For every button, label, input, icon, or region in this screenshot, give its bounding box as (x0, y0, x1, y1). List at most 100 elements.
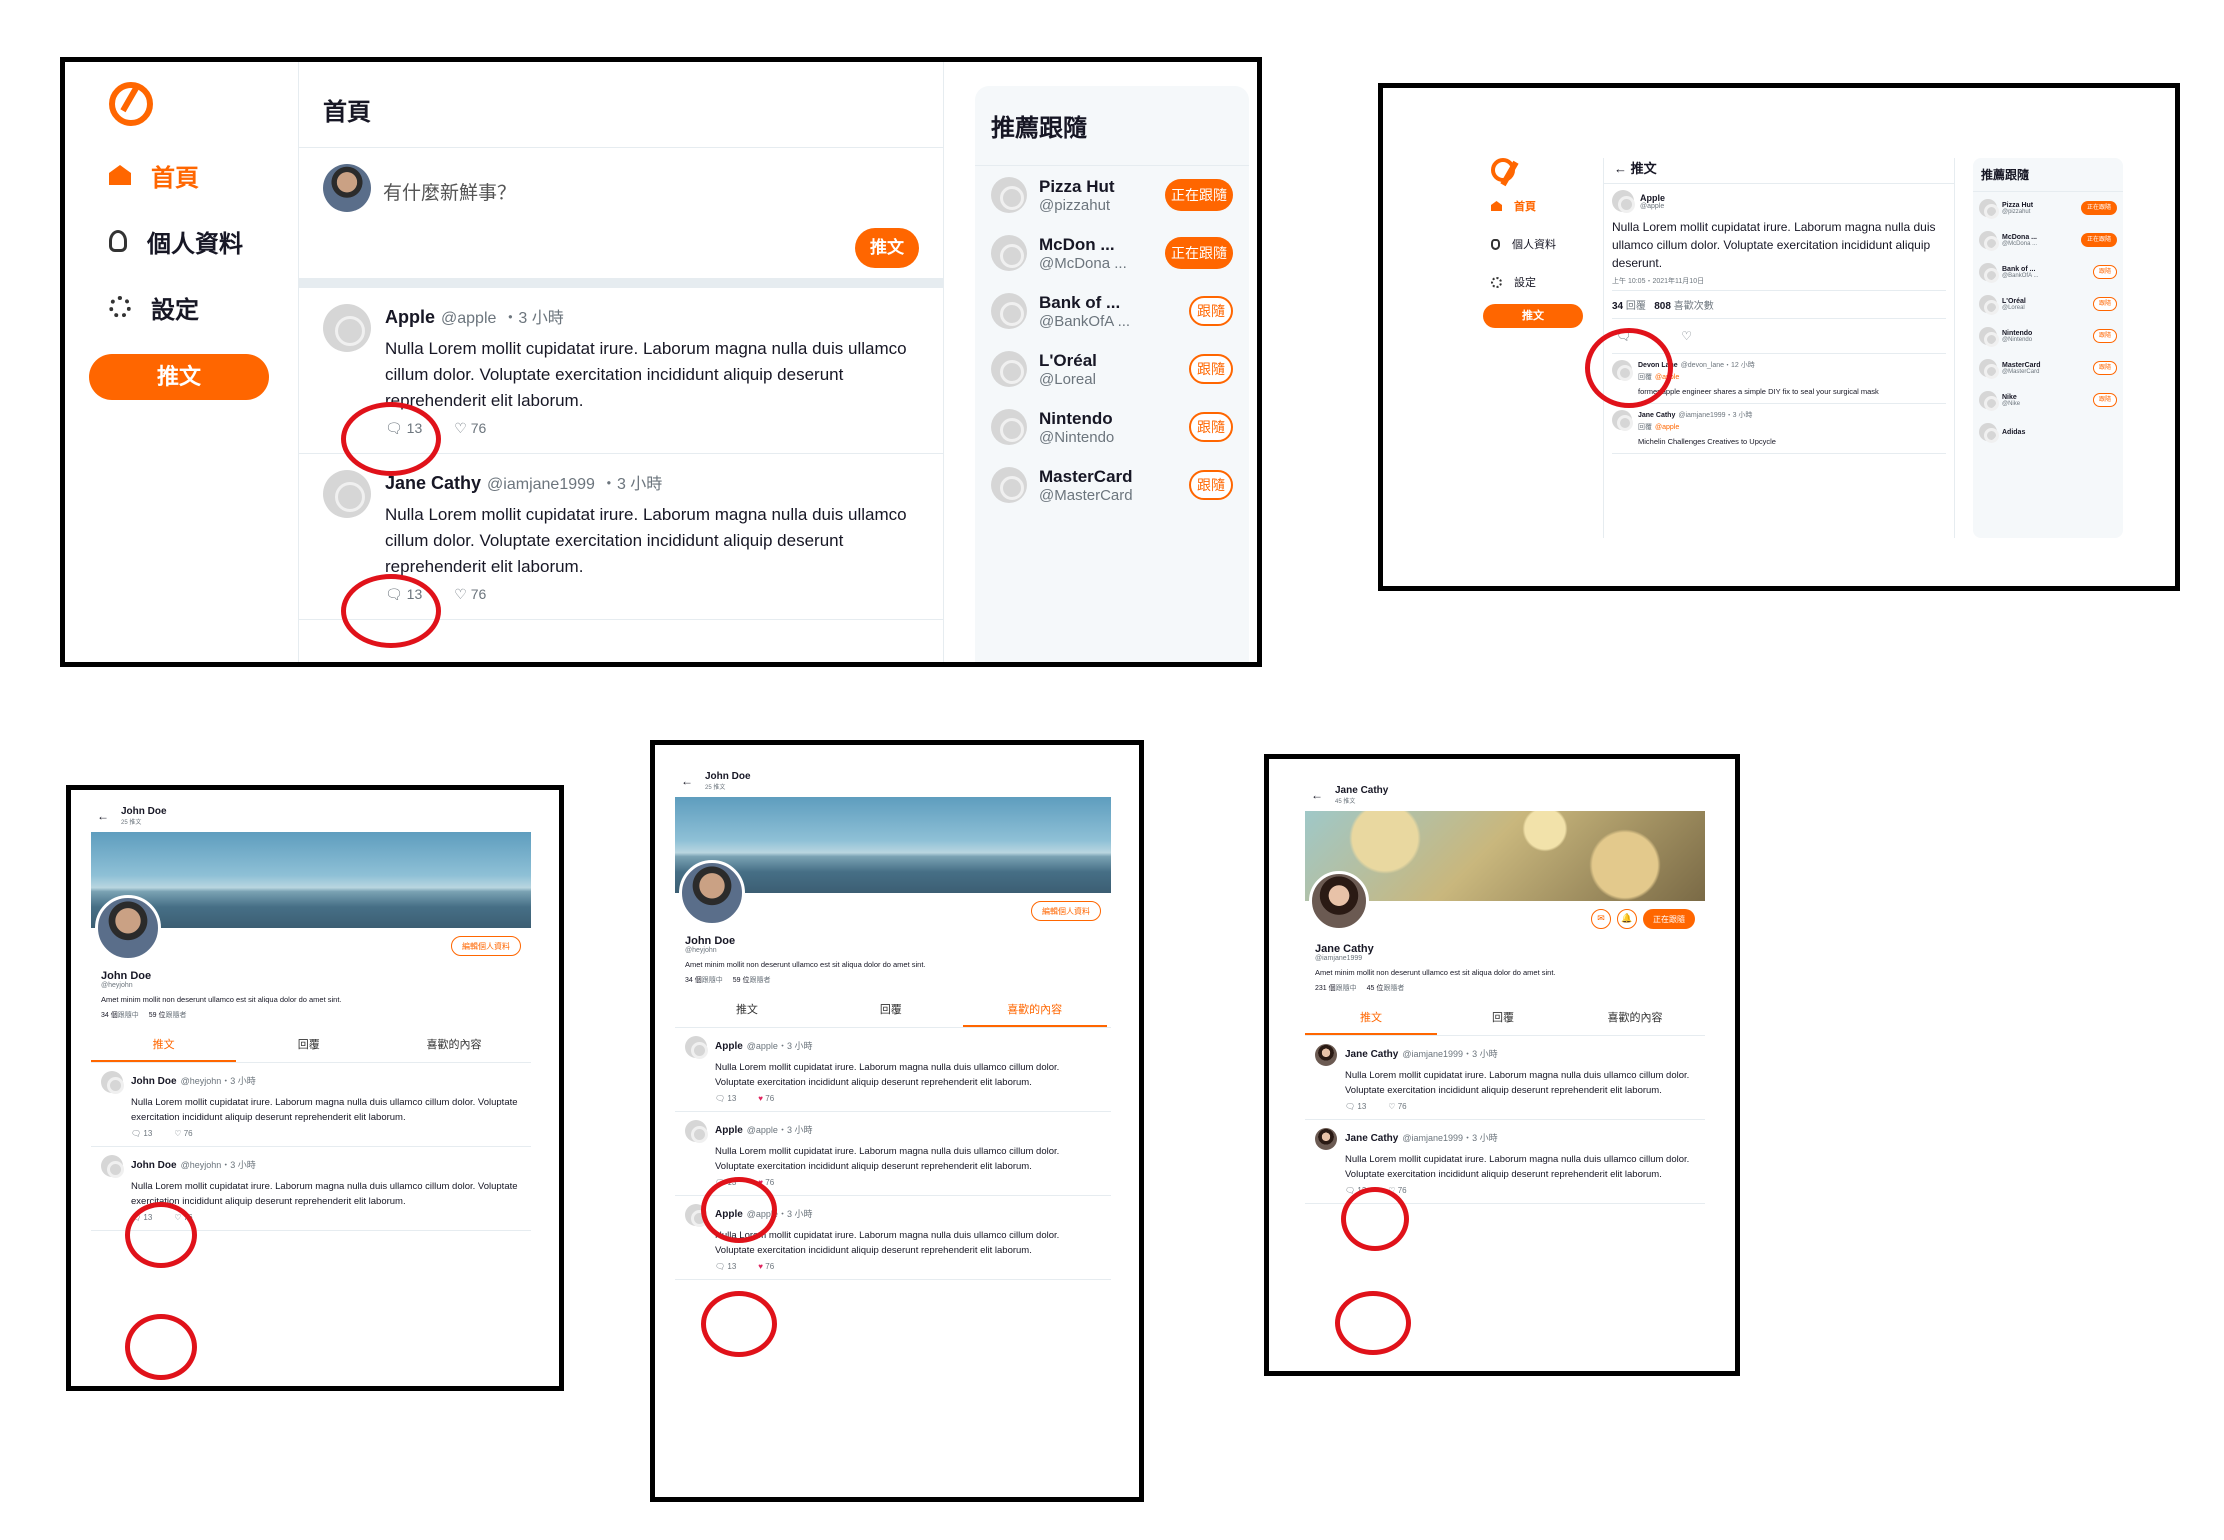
back-arrow-icon[interactable]: ← (1311, 788, 1323, 802)
like-button[interactable]: ♡ 76 (1388, 1102, 1406, 1111)
following-stat[interactable]: 34 個跟隨中 (685, 975, 723, 985)
reply-item[interactable]: Jane Cathy @iamjane1999・3 小時 回覆 @apple Miche… (1612, 404, 1946, 454)
tweet-item[interactable]: Jane Cathy @iamjane1999 ・3 小時 Nulla Lorem … (299, 454, 943, 620)
follow-button[interactable]: 跟隨 (2093, 393, 2117, 407)
logo-icon[interactable] (1491, 158, 1515, 182)
following-stat[interactable]: 231 個跟隨中 (1315, 983, 1357, 993)
compose-tweet-button[interactable]: 推文 (855, 228, 919, 268)
reply-button[interactable]: 🗨 13 (715, 1094, 736, 1103)
reco-item[interactable]: Bank of ... @BankOfA ... 跟隨 (1973, 256, 2123, 288)
edit-profile-button[interactable]: 編輯個人資料 (1031, 901, 1101, 921)
profile-tab[interactable]: 喜歡的內容 (381, 1028, 526, 1062)
followers-stat[interactable]: 45 位跟隨者 (1367, 983, 1405, 993)
reply-to-handle[interactable]: @apple (1655, 424, 1679, 431)
nav-settings[interactable]: 設定 (1491, 274, 1593, 290)
follow-button[interactable]: 跟隨 (1189, 296, 1233, 326)
profile-tab[interactable]: 推文 (91, 1028, 237, 1062)
reply-item[interactable]: Devon Lane @devon_lane・12 小時 回覆 @apple forme… (1612, 354, 1946, 404)
comment-icon[interactable]: 🗨 (1616, 329, 1631, 343)
nav-settings[interactable]: 設定 (109, 284, 269, 330)
reply-button[interactable]: 🗨 13 (131, 1213, 152, 1222)
tweet-item[interactable]: Jane Cathy @iamjane1999・3 小時 Nulla Lorem m… (1305, 1036, 1705, 1120)
like-button[interactable]: ♡ 76 (174, 1213, 192, 1222)
follow-button[interactable]: 跟隨 (1189, 412, 1233, 442)
edit-profile-button[interactable]: 編輯個人資料 (451, 936, 521, 956)
reco-item[interactable]: McDona ... @McDona ... 正在跟隨 (1973, 224, 2123, 256)
follow-button[interactable]: 跟隨 (2093, 265, 2117, 279)
tweet-item[interactable]: John Doe @heyjohn・3 小時 Nulla Lorem mollit … (91, 1063, 531, 1147)
profile-tab[interactable]: 喜歡的內容 (1569, 1001, 1701, 1035)
profile-tab[interactable]: 推文 (675, 993, 819, 1027)
like-button[interactable]: ♡ 76 (454, 420, 486, 437)
following-button[interactable]: 正在跟隨 (2081, 201, 2117, 215)
profile-stats: 231 個跟隨中 45 位跟隨者 (1315, 983, 1695, 1001)
reco-item[interactable]: MasterCard @MasterCard 跟隨 (975, 456, 1249, 514)
follow-button[interactable]: 跟隨 (2093, 361, 2117, 375)
like-button[interactable]: ♡ 76 (454, 586, 486, 603)
tweet-item[interactable]: Apple @apple・3 小時 Nulla Lorem mollit cupid… (675, 1028, 1111, 1112)
profile-tab[interactable]: 回覆 (819, 993, 963, 1027)
reco-item[interactable]: Pizza Hut @pizzahut 正在跟隨 (1973, 192, 2123, 224)
following-button[interactable]: 正在跟隨 (1165, 179, 1233, 211)
nav-profile[interactable]: 個人資料 (109, 218, 269, 264)
reply-button[interactable]: 🗨 13 (385, 586, 422, 603)
profile-tab[interactable]: 推文 (1305, 1001, 1437, 1035)
tweet-header: Apple @apple・3 小時 (715, 1036, 1101, 1054)
followers-stat[interactable]: 59 位跟隨者 (733, 975, 771, 985)
follow-button[interactable]: 跟隨 (1189, 354, 1233, 384)
profile-tab[interactable]: 回覆 (236, 1028, 381, 1062)
nav-home[interactable]: 首頁 (1491, 198, 1593, 214)
avatar (1979, 263, 1999, 283)
follow-button[interactable]: 跟隨 (1189, 470, 1233, 500)
reco-item[interactable]: L'Oréal @Loreal 跟隨 (975, 340, 1249, 398)
following-button[interactable]: 正在跟隨 (1165, 237, 1233, 269)
reply-to-handle[interactable]: @apple (1655, 374, 1679, 381)
reply-button[interactable]: 🗨 13 (385, 420, 422, 437)
followers-stat[interactable]: 59 位跟隨者 (149, 1010, 187, 1020)
following-button[interactable]: 正在跟隨 (1643, 909, 1695, 929)
tweet-item[interactable]: John Doe @heyjohn・3 小時 Nulla Lorem mollit … (91, 1147, 531, 1231)
reply-button[interactable]: 🗨 13 (715, 1262, 736, 1271)
tweet-item[interactable]: Apple @apple・3 小時 Nulla Lorem mollit cupid… (675, 1112, 1111, 1196)
bell-icon[interactable]: 🔔 (1617, 909, 1637, 929)
reco-item[interactable]: McDon ... @McDona ... 正在跟隨 (975, 224, 1249, 282)
reco-item[interactable]: Nintendo @Nintendo 跟隨 (1973, 320, 2123, 352)
like-button[interactable]: ♥ 76 (758, 1178, 774, 1187)
like-button[interactable]: ♥ 76 (758, 1262, 774, 1271)
reco-item[interactable]: Nike @Nike 跟隨 (1973, 384, 2123, 416)
reco-item[interactable]: L'Oréal @Loreal 跟隨 (1973, 288, 2123, 320)
message-icon[interactable]: ✉ (1591, 909, 1611, 929)
follow-button[interactable]: 跟隨 (2093, 297, 2117, 311)
heart-icon[interactable]: ♡ (1681, 329, 1692, 343)
tweet-item[interactable]: Apple @apple ・3 小時 Nulla Lorem mollit cupi… (299, 288, 943, 454)
like-button[interactable]: ♡ 76 (1388, 1186, 1406, 1195)
back-arrow-icon[interactable]: ← (681, 774, 693, 788)
reply-button[interactable]: 🗨 13 (1345, 1102, 1366, 1111)
reco-item[interactable]: Nintendo @Nintendo 跟隨 (975, 398, 1249, 456)
reply-button[interactable]: 🗨 13 (131, 1129, 152, 1138)
profile-tab[interactable]: 回覆 (1437, 1001, 1569, 1035)
back-arrow-icon[interactable]: ← (97, 809, 109, 823)
logo-icon[interactable] (109, 82, 153, 126)
sidebar-tweet-button[interactable]: 推文 (89, 354, 269, 400)
profile-header-text: John Doe 25 推文 (705, 771, 751, 791)
nav-home[interactable]: 首頁 (109, 152, 269, 198)
like-button[interactable]: ♥ 76 (758, 1094, 774, 1103)
following-button[interactable]: 正在跟隨 (2081, 233, 2117, 247)
reply-button[interactable]: 🗨 13 (1345, 1186, 1366, 1195)
reco-item[interactable]: Adidas (1973, 416, 2123, 448)
reco-item[interactable]: Bank of ... @BankOfA ... 跟隨 (975, 282, 1249, 340)
tweet-item[interactable]: Jane Cathy @iamjane1999・3 小時 Nulla Lorem m… (1305, 1120, 1705, 1204)
follow-button[interactable]: 跟隨 (2093, 329, 2117, 343)
sidebar-tweet-button[interactable]: 推文 (1483, 304, 1583, 328)
tweet-item[interactable]: Apple @apple・3 小時 Nulla Lorem mollit cupid… (675, 1196, 1111, 1280)
nav-profile[interactable]: 個人資料 (1491, 236, 1593, 252)
following-stat[interactable]: 34 個跟隨中 (101, 1010, 139, 1020)
reco-item[interactable]: MasterCard @MasterCard 跟隨 (1973, 352, 2123, 384)
compose-input[interactable]: 有什麼新鮮事？ (383, 178, 516, 205)
like-button[interactable]: ♡ 76 (174, 1129, 192, 1138)
reco-item[interactable]: Pizza Hut @pizzahut 正在跟隨 (975, 166, 1249, 224)
reply-button[interactable]: 🗨 13 (715, 1178, 736, 1187)
profile-tab[interactable]: 喜歡的內容 (962, 993, 1107, 1027)
back-arrow-icon[interactable]: ← (1614, 161, 1627, 176)
